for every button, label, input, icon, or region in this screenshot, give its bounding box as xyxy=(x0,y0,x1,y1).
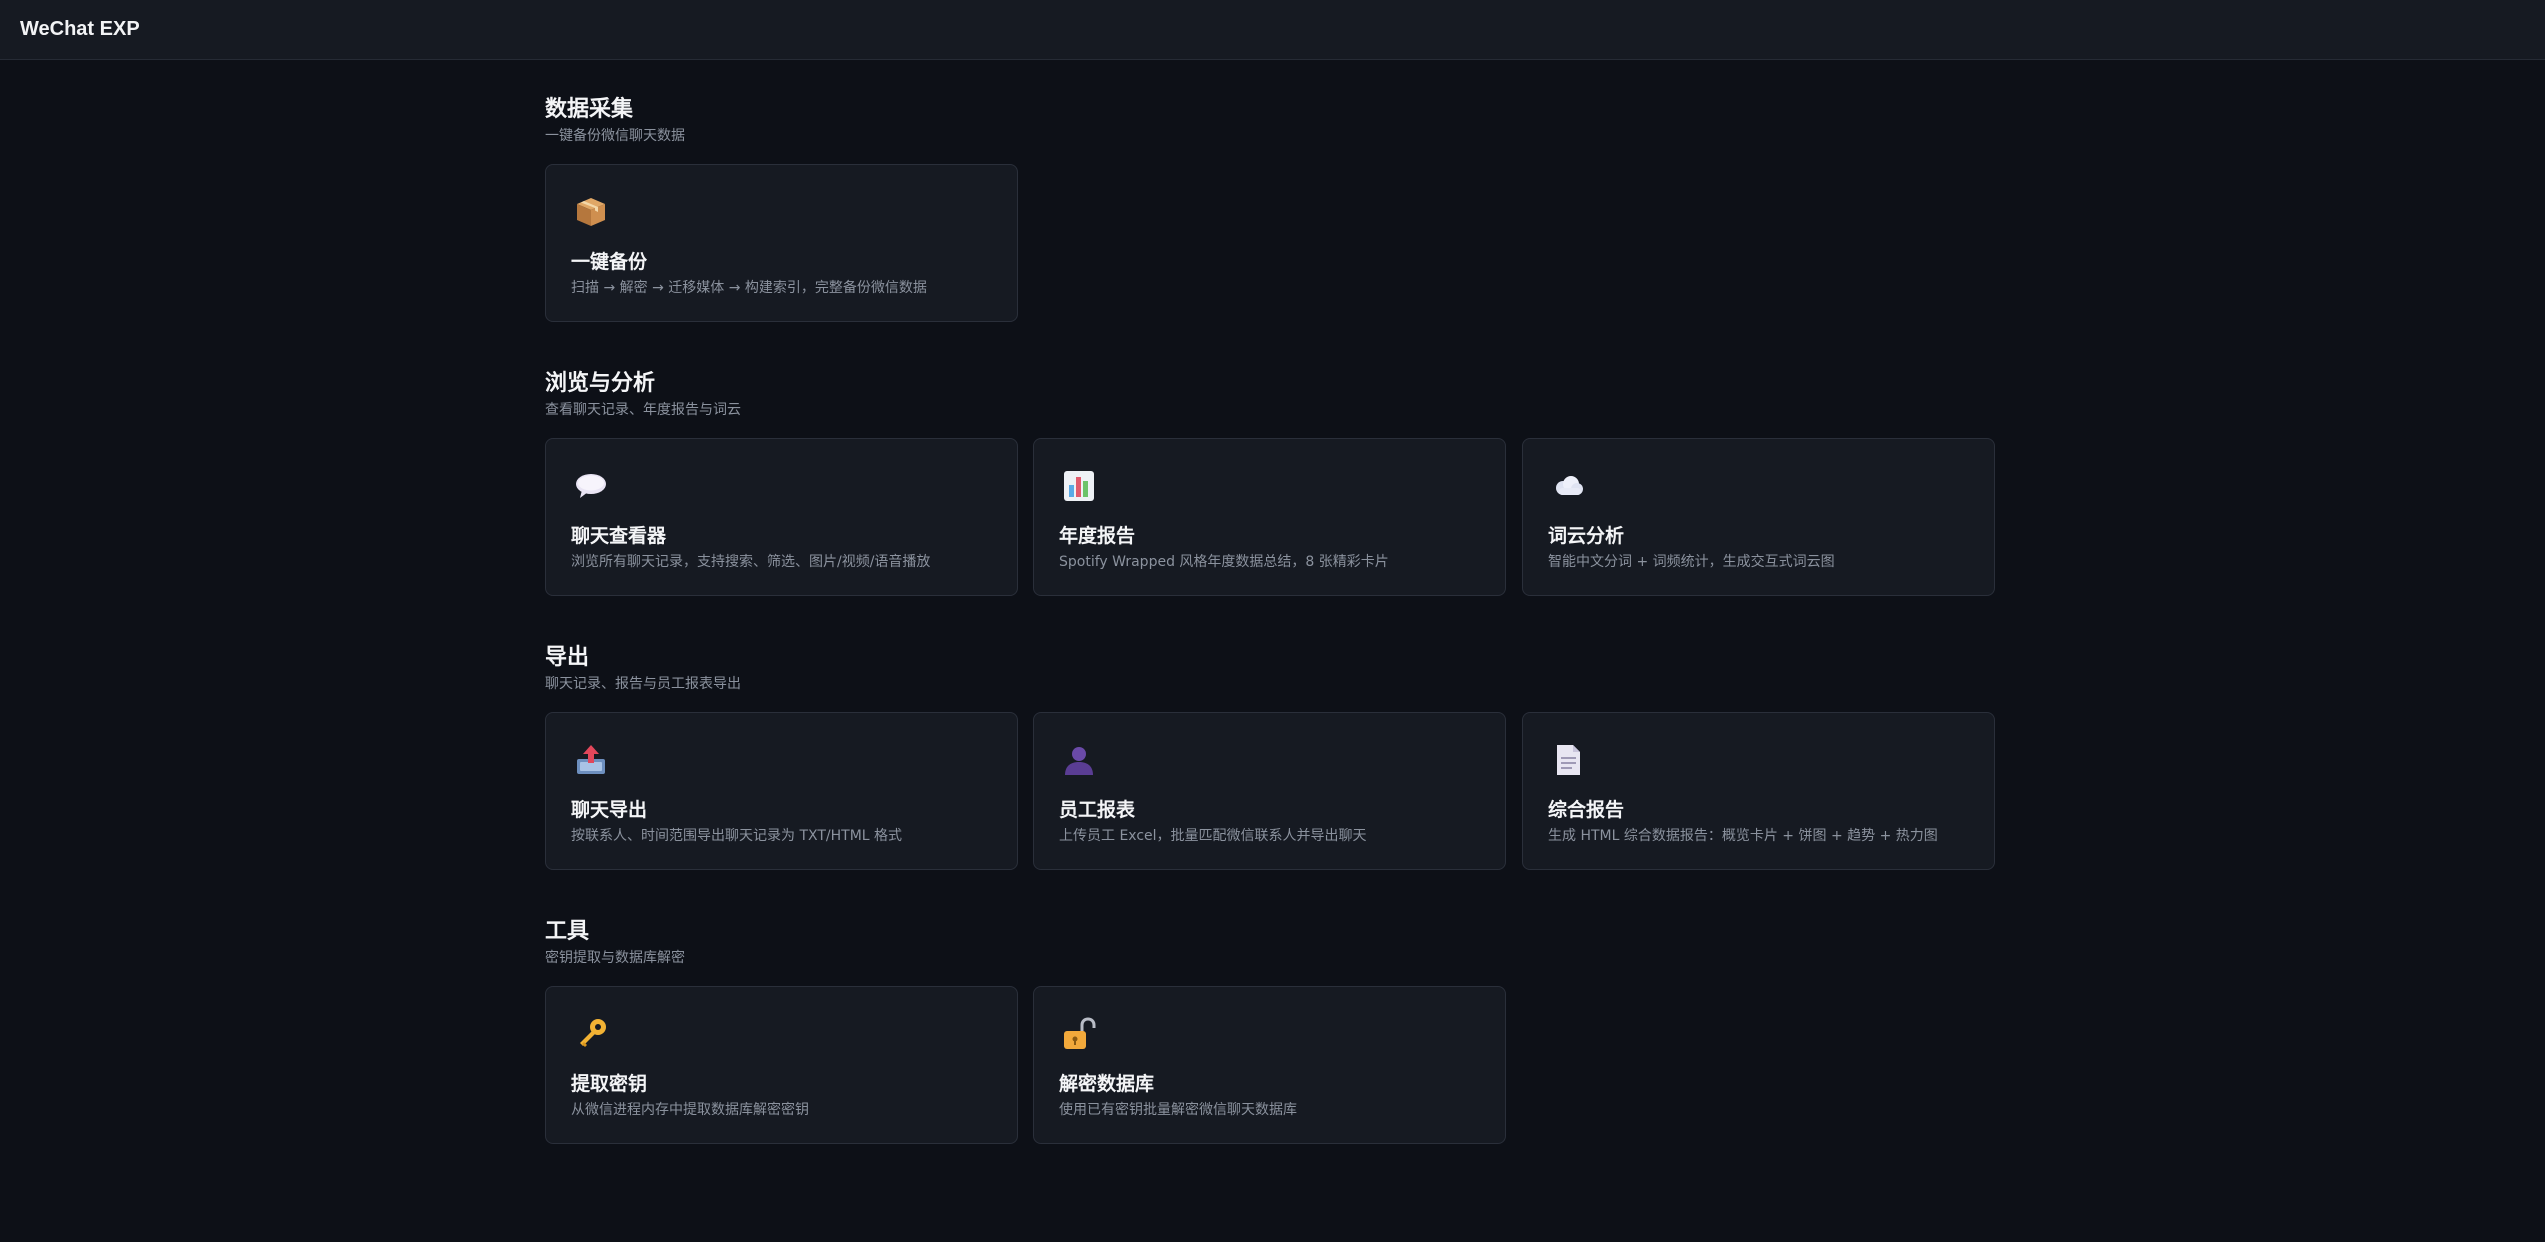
section-subtitle: 聊天记录、报告与员工报表导出 xyxy=(545,676,741,692)
card-title: 聊天查看器 xyxy=(571,525,667,547)
section-subtitle: 查看聊天记录、年度报告与词云 xyxy=(545,402,741,418)
card-description: 浏览所有聊天记录，支持搜索、筛选、图片/视频/语音播放 xyxy=(571,554,931,570)
key-icon xyxy=(580,1019,606,1047)
section-title: 导出 xyxy=(545,645,590,670)
app-title: WeChat EXP xyxy=(20,18,140,40)
speech-bubble-icon xyxy=(576,474,606,498)
card-chat-export[interactable]: 聊天导出 按联系人、时间范围导出聊天记录为 TXT/HTML 格式 xyxy=(545,712,1018,870)
bar-chart-icon xyxy=(1064,471,1094,501)
card-employee-report[interactable]: 员工报表 上传员工 Excel，批量匹配微信联系人并导出聊天 xyxy=(1033,712,1506,870)
section-title: 工具 xyxy=(545,919,590,944)
card-chat-viewer[interactable]: 聊天查看器 浏览所有聊天记录，支持搜索、筛选、图片/视频/语音播放 xyxy=(545,438,1018,596)
card-title: 提取密钥 xyxy=(571,1073,648,1095)
card-decrypt-database[interactable]: 解密数据库 使用已有密钥批量解密微信聊天数据库 xyxy=(1033,986,1506,1144)
card-title: 年度报告 xyxy=(1059,525,1136,547)
card-title: 词云分析 xyxy=(1548,525,1625,547)
unlocked-padlock-icon xyxy=(1064,1017,1096,1049)
card-word-cloud[interactable]: 词云分析 智能中文分词 + 词频统计，生成交互式词云图 xyxy=(1522,438,1995,596)
card-title: 一键备份 xyxy=(571,251,648,273)
package-icon xyxy=(577,198,605,226)
section-subtitle: 一键备份微信聊天数据 xyxy=(545,128,685,144)
outbox-tray-icon xyxy=(577,745,605,774)
section-title: 浏览与分析 xyxy=(545,371,656,396)
card-description: 按联系人、时间范围导出聊天记录为 TXT/HTML 格式 xyxy=(571,828,903,844)
card-description: 从微信进程内存中提取数据库解密密钥 xyxy=(571,1102,809,1118)
person-silhouette-icon xyxy=(1065,747,1093,775)
card-description: 智能中文分词 + 词频统计，生成交互式词云图 xyxy=(1548,554,1835,570)
card-one-click-backup[interactable]: 一键备份 扫描 → 解密 → 迁移媒体 → 构建索引，完整备份微信数据 xyxy=(545,164,1018,322)
cloud-icon xyxy=(1556,476,1583,495)
card-comprehensive-report[interactable]: 综合报告 生成 HTML 综合数据报告：概览卡片 + 饼图 + 趋势 + 热力图 xyxy=(1522,712,1995,870)
section-subtitle: 密钥提取与数据库解密 xyxy=(545,950,685,966)
card-title: 员工报表 xyxy=(1059,799,1136,821)
top-bar: WeChat EXP xyxy=(0,0,2545,60)
card-description: 扫描 → 解密 → 迁移媒体 → 构建索引，完整备份微信数据 xyxy=(571,280,927,296)
card-description: Spotify Wrapped 风格年度数据总结，8 张精彩卡片 xyxy=(1059,554,1389,570)
section-title: 数据采集 xyxy=(545,97,634,122)
card-title: 综合报告 xyxy=(1548,799,1625,821)
card-extract-key[interactable]: 提取密钥 从微信进程内存中提取数据库解密密钥 xyxy=(545,986,1018,1144)
card-description: 生成 HTML 综合数据报告：概览卡片 + 饼图 + 趋势 + 热力图 xyxy=(1548,828,1938,844)
card-description: 使用已有密钥批量解密微信聊天数据库 xyxy=(1059,1102,1297,1118)
card-title: 解密数据库 xyxy=(1059,1073,1155,1095)
document-icon xyxy=(1557,745,1580,775)
card-title: 聊天导出 xyxy=(571,799,648,821)
card-description: 上传员工 Excel，批量匹配微信联系人并导出聊天 xyxy=(1059,828,1367,844)
card-annual-report[interactable]: 年度报告 Spotify Wrapped 风格年度数据总结，8 张精彩卡片 xyxy=(1033,438,1506,596)
